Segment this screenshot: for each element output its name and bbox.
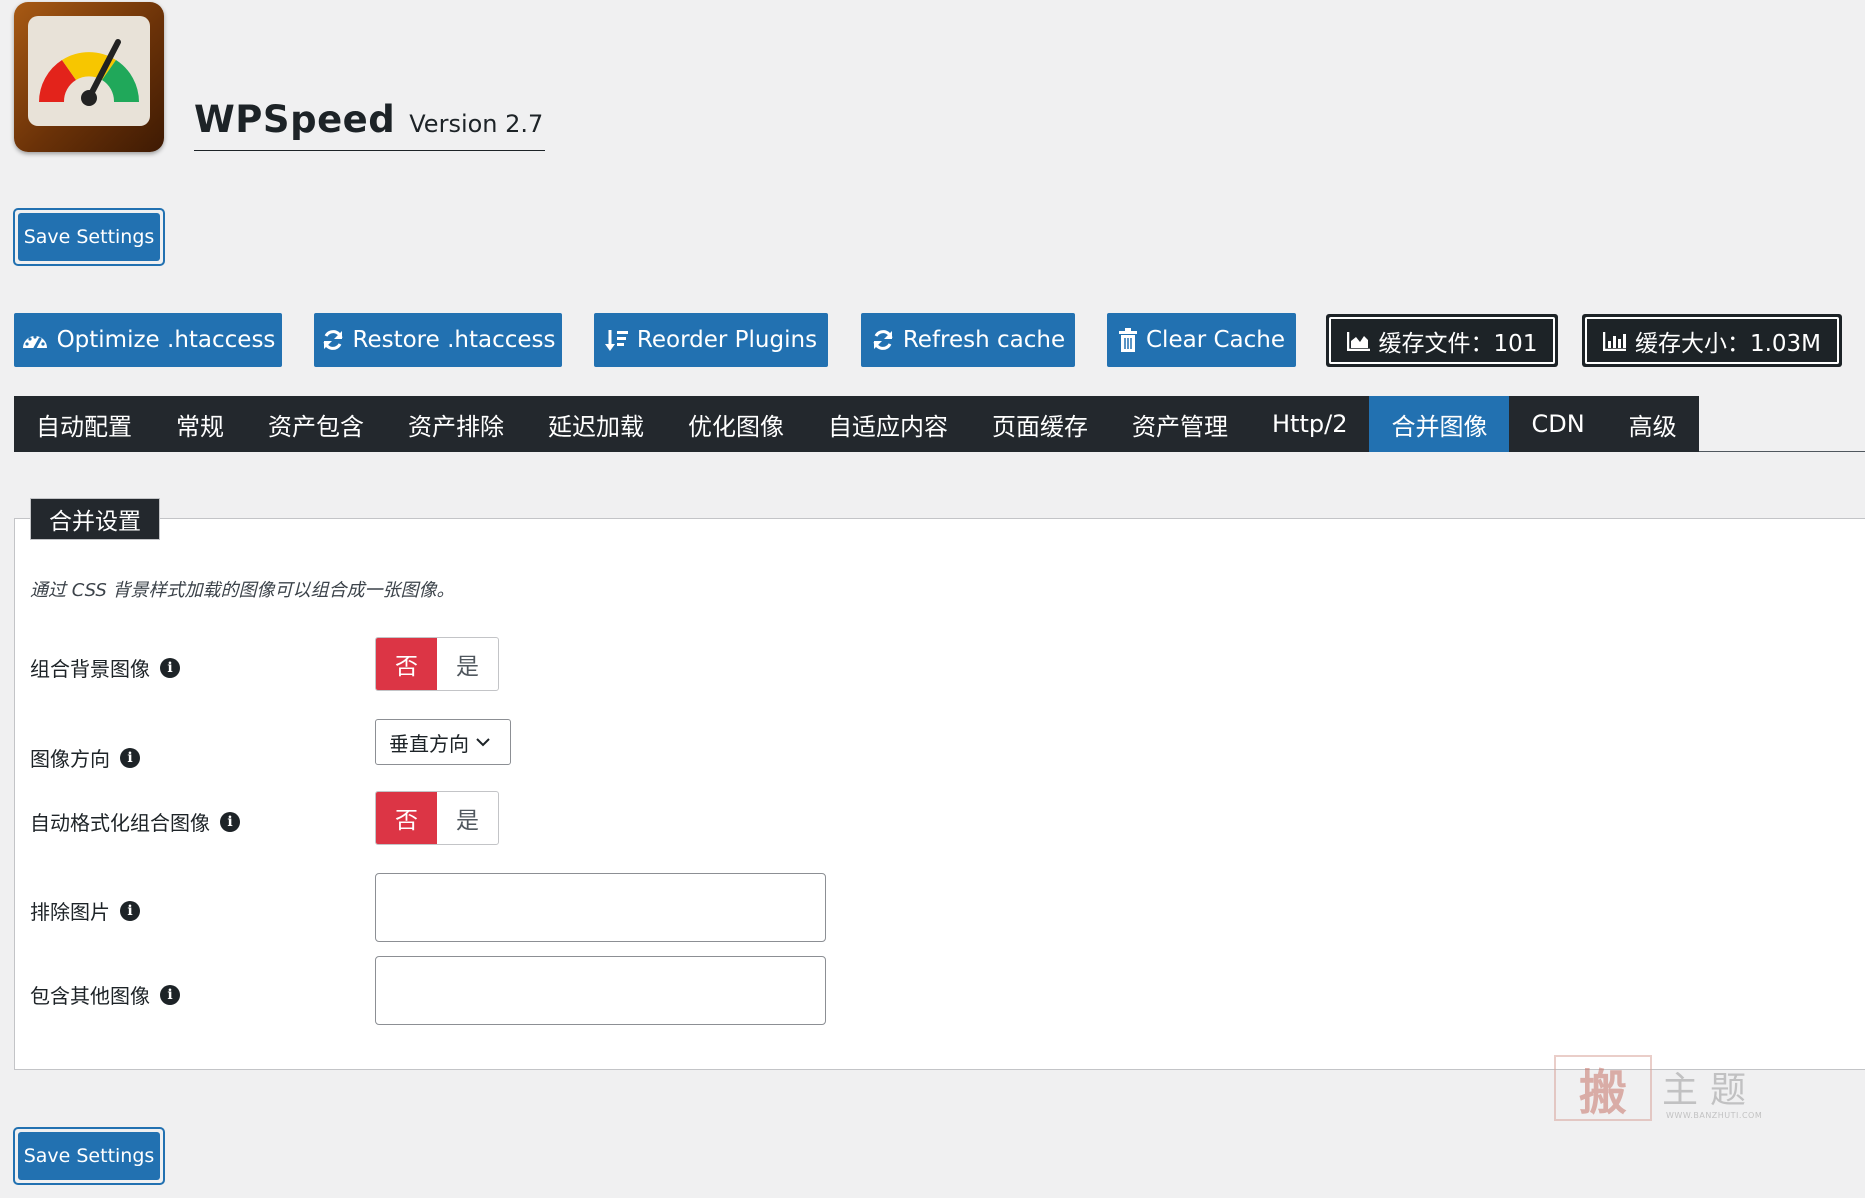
clear-cache-button[interactable]: Clear Cache bbox=[1107, 313, 1296, 367]
tab-page-cache[interactable]: 页面缓存 bbox=[970, 396, 1110, 452]
page-title: WPSpeed Version 2.7 bbox=[194, 98, 546, 151]
tab-asset-manager[interactable]: 资产管理 bbox=[1110, 396, 1250, 452]
reorder-plugins-label: Reorder Plugins bbox=[636, 327, 818, 353]
combine-bg-row-label: 组合背景图像 i bbox=[30, 653, 180, 682]
tab-cdn[interactable]: CDN bbox=[1509, 396, 1606, 452]
tab-combine-images[interactable]: 合并图像 bbox=[1369, 396, 1510, 452]
tab-general[interactable]: 常规 bbox=[154, 396, 246, 452]
cache-files-text: 缓存文件：101 bbox=[1378, 330, 1538, 357]
save-settings-label: Save Settings bbox=[18, 213, 160, 261]
sort-icon bbox=[604, 330, 628, 351]
auto-format-yes-option[interactable]: 是 bbox=[437, 792, 498, 844]
watermark-url: WWW.BANZHUTI.COM bbox=[1666, 1111, 1763, 1120]
info-icon[interactable]: i bbox=[220, 811, 240, 832]
tab-auto-config[interactable]: 自动配置 bbox=[14, 396, 154, 452]
restore-htaccess-label: Restore .htaccess bbox=[352, 327, 556, 353]
auto-format-no-option[interactable]: 否 bbox=[376, 792, 437, 844]
panel-legend: 合并设置 bbox=[30, 498, 160, 540]
watermark-text: 主题 bbox=[1662, 1070, 1759, 1111]
trash-icon bbox=[1119, 328, 1137, 352]
reorder-plugins-button[interactable]: Reorder Plugins bbox=[594, 313, 828, 367]
tab-optimize-images[interactable]: 优化图像 bbox=[666, 396, 806, 452]
wpspeed-settings-page: WPSpeed Version 2.7 Save Settings Optimi… bbox=[0, 0, 1865, 1198]
exclude-images-label: 排除图片 bbox=[30, 900, 110, 924]
refresh-icon bbox=[873, 330, 893, 350]
tab-asset-exclude[interactable]: 资产排除 bbox=[386, 396, 526, 452]
restore-htaccess-button[interactable]: Restore .htaccess bbox=[314, 313, 562, 367]
gauge-icon bbox=[22, 335, 47, 350]
cache-size-text: 缓存大小：1.03M bbox=[1634, 330, 1822, 357]
exclude-images-input[interactable] bbox=[375, 873, 826, 942]
chevron-down-icon bbox=[476, 738, 490, 747]
refresh-cache-button[interactable]: Refresh cache bbox=[861, 313, 1075, 367]
watermark-seal: 搬 bbox=[1554, 1055, 1652, 1121]
clear-cache-label: Clear Cache bbox=[1146, 327, 1285, 353]
auto-format-row-label: 自动格式化组合图像 i bbox=[30, 807, 240, 836]
save-settings-button-bottom[interactable]: Save Settings bbox=[13, 1127, 165, 1185]
combine-bg-label: 组合背景图像 bbox=[30, 657, 150, 681]
include-images-label: 包含其他图像 bbox=[30, 984, 150, 1008]
bar-chart-icon bbox=[1602, 331, 1626, 351]
auto-format-label: 自动格式化组合图像 bbox=[30, 811, 210, 835]
combine-bg-toggle: 否 是 bbox=[375, 637, 499, 691]
info-icon[interactable]: i bbox=[160, 984, 180, 1005]
info-icon[interactable]: i bbox=[160, 657, 180, 678]
combine-bg-yes-option[interactable]: 是 bbox=[437, 638, 498, 690]
include-row-label: 包含其他图像 i bbox=[30, 980, 180, 1009]
site-watermark: 搬 主题 WWW.BANZHUTI.COM bbox=[1554, 1055, 1786, 1127]
auto-format-toggle: 否 是 bbox=[375, 791, 499, 845]
exclude-row-label: 排除图片 i bbox=[30, 896, 140, 925]
tab-http2[interactable]: Http/2 bbox=[1250, 396, 1369, 452]
direction-select[interactable]: 垂直方向 bbox=[375, 719, 511, 765]
tab-advanced[interactable]: 高级 bbox=[1607, 396, 1699, 452]
info-icon[interactable]: i bbox=[120, 747, 140, 768]
info-icon[interactable]: i bbox=[120, 900, 140, 921]
save-settings-label: Save Settings bbox=[18, 1132, 160, 1180]
tab-asset-include[interactable]: 资产包含 bbox=[246, 396, 386, 452]
cache-size-stat: 缓存大小：1.03M bbox=[1582, 314, 1842, 367]
tab-adaptive-content[interactable]: 自适应内容 bbox=[806, 396, 970, 452]
cache-files-stat: 缓存文件：101 bbox=[1326, 314, 1558, 367]
speedometer-icon bbox=[28, 16, 150, 126]
save-settings-button-top[interactable]: Save Settings bbox=[13, 208, 165, 266]
direction-label: 图像方向 bbox=[30, 747, 110, 771]
direction-row-label: 图像方向 i bbox=[30, 743, 140, 772]
tab-lazy-load[interactable]: 延迟加载 bbox=[526, 396, 666, 452]
combine-bg-no-option[interactable]: 否 bbox=[376, 638, 437, 690]
direction-select-value: 垂直方向 bbox=[389, 731, 469, 756]
area-chart-icon bbox=[1346, 331, 1370, 351]
app-name: WPSpeed bbox=[194, 98, 396, 141]
refresh-icon bbox=[323, 330, 342, 350]
include-images-input[interactable] bbox=[375, 956, 826, 1025]
refresh-cache-label: Refresh cache bbox=[902, 327, 1066, 353]
optimize-htaccess-label: Optimize .htaccess bbox=[56, 327, 276, 353]
settings-tabs: 自动配置 常规 资产包含 资产排除 延迟加载 优化图像 自适应内容 页面缓存 资… bbox=[14, 396, 1699, 452]
panel-description: 通过 CSS 背景样式加载的图像可以组合成一张图像。 bbox=[30, 580, 455, 601]
app-version: Version 2.7 bbox=[409, 110, 544, 138]
optimize-htaccess-button[interactable]: Optimize .htaccess bbox=[14, 313, 282, 367]
wpspeed-logo bbox=[14, 2, 164, 152]
